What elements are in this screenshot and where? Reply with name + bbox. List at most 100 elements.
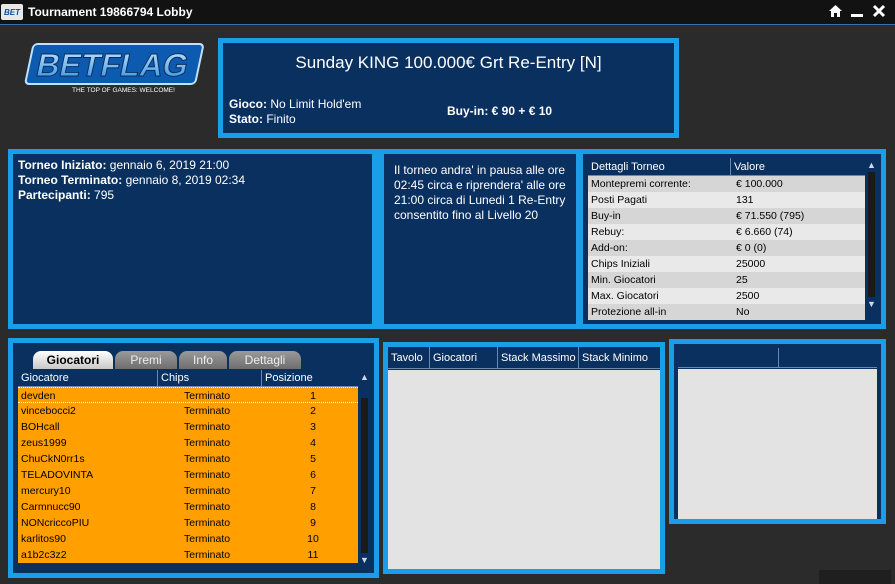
details-scrollbar[interactable]: ▲ ▼ (865, 158, 878, 321)
players-header: Giocatore Chips Posizione (18, 370, 358, 387)
col-min-stack[interactable]: Stack Minimo (579, 347, 660, 368)
col-players[interactable]: Giocatori (430, 347, 498, 368)
player-position: 5 (310, 453, 316, 465)
col-player[interactable]: Giocatore (18, 370, 158, 386)
details-row: Montepremi corrente: € 100.000 (588, 176, 865, 192)
player-row[interactable]: ChuCkN0rr1s Terminato 5 (18, 451, 358, 467)
player-position: 8 (310, 501, 316, 513)
player-name: TELADOVINTA (21, 469, 94, 481)
player-position: 11 (307, 549, 319, 561)
details-value: 25000 (736, 258, 766, 270)
player-row[interactable]: Carmnucc90 Terminato 8 (18, 499, 358, 515)
player-chips: Terminato (184, 437, 231, 449)
players-panel: Giocatori Premi Info Dettagli Giocatore … (8, 338, 379, 578)
player-position: 10 (307, 533, 319, 545)
player-position: 4 (310, 437, 316, 449)
details-value: € 71.550 (795) (736, 210, 805, 222)
player-name: a1b2c3z2 (21, 549, 67, 561)
player-name: karlitos90 (21, 533, 66, 545)
player-chips: Terminato (184, 533, 231, 545)
tournament-name: Sunday KING 100.000€ Grt Re-Entry [N] (295, 53, 602, 72)
title-bar: BET Tournament 19866794 Lobby (0, 0, 895, 24)
scroll-thumb[interactable] (361, 398, 368, 553)
player-row[interactable]: vincebocci2 Terminato 2 (18, 403, 358, 419)
minimize-icon[interactable] (849, 3, 865, 19)
details-row: Buy-in € 71.550 (795) (588, 208, 865, 224)
details-row: Rebuy: € 6.660 (74) (588, 224, 865, 240)
table-players-header (678, 348, 877, 368)
player-row[interactable]: TELADOVINTA Terminato 6 (18, 467, 358, 483)
player-position: 2 (310, 405, 316, 417)
details-value: € 100.000 (736, 178, 783, 190)
tables-panel: Tavolo Giocatori Stack Massimo Stack Min… (383, 342, 665, 574)
details-label: Posti Pagati (591, 194, 648, 206)
details-table: Dettagli Torneo Valore Montepremi corren… (588, 158, 865, 321)
details-header: Dettagli Torneo Valore (588, 158, 865, 176)
player-position: 1 (310, 390, 316, 402)
details-header-value[interactable]: Valore (731, 158, 865, 175)
tab-info[interactable]: Info (179, 351, 227, 369)
player-chips: Terminato (184, 549, 231, 561)
scroll-thumb[interactable] (868, 172, 875, 297)
player-row[interactable]: mercury10 Terminato 7 (18, 483, 358, 499)
details-value: € 0 (0) (736, 242, 767, 254)
home-icon[interactable] (827, 3, 843, 19)
player-name: ChuCkN0rr1s (21, 453, 85, 465)
players-scrollbar[interactable]: ▲ ▼ (358, 370, 371, 573)
col-position[interactable]: Posizione (262, 370, 358, 386)
window-frame-line (0, 24, 895, 25)
tab-premi[interactable]: Premi (115, 351, 177, 369)
details-label: Protezione all-in (591, 306, 667, 318)
details-label: Rebuy: (591, 226, 625, 238)
tournament-header: Sunday KING 100.000€ Grt Re-Entry [N] Gi… (218, 38, 679, 138)
player-chips: Terminato (184, 453, 231, 465)
scroll-up-icon[interactable]: ▲ (358, 370, 371, 384)
tables-list[interactable] (388, 370, 660, 569)
col-chips[interactable]: Chips (158, 370, 262, 386)
tab-dettagli[interactable]: Dettagli (229, 351, 301, 369)
player-row[interactable]: BOHcall Terminato 3 (18, 419, 358, 435)
details-value: No (736, 306, 750, 318)
details-row: Protezione all-in No (588, 304, 865, 320)
tab-giocatori[interactable]: Giocatori (33, 351, 113, 369)
player-row[interactable]: zeus1999 Terminato 4 (18, 435, 358, 451)
player-position: 9 (310, 517, 316, 529)
player-chips: Terminato (184, 390, 231, 402)
players-table: Giocatore Chips Posizione devden Terminat… (18, 370, 358, 573)
player-chips: Terminato (184, 405, 231, 417)
table-players-panel (669, 339, 886, 524)
player-position: 6 (310, 469, 316, 481)
details-value: € 6.660 (74) (736, 226, 793, 238)
tournament-times: Torneo Iniziato: gennaio 6, 2019 21:00 T… (13, 154, 372, 324)
details-value: 2500 (736, 290, 760, 302)
details-row: Chips Iniziali 25000 (588, 256, 865, 272)
player-chips: Terminato (184, 517, 231, 529)
tournament-state: Stato: Finito (229, 112, 296, 126)
player-name: zeus1999 (21, 437, 67, 449)
player-row[interactable]: a1b2c3z2 Terminato 11 (18, 547, 358, 563)
player-row[interactable]: NONcriccoPIU Terminato 9 (18, 515, 358, 531)
player-row[interactable]: devden Terminato 1 (18, 387, 358, 403)
buy-in: Buy-in: € 90 + € 10 (447, 104, 553, 118)
player-name: NONcriccoPIU (21, 517, 90, 529)
player-name: Carmnucc90 (21, 501, 81, 513)
col-table[interactable]: Tavolo (388, 347, 430, 368)
details-row: Max. Giocatori 2500 (588, 288, 865, 304)
details-header-label[interactable]: Dettagli Torneo (588, 158, 731, 175)
player-name: BOHcall (21, 421, 60, 433)
table-players-list[interactable] (678, 369, 877, 519)
scroll-up-icon[interactable]: ▲ (865, 158, 878, 172)
close-icon[interactable] (871, 3, 887, 19)
resize-grip[interactable] (819, 570, 891, 584)
player-chips: Terminato (184, 469, 231, 481)
details-label: Montepremi corrente: (591, 178, 691, 190)
player-row[interactable]: karlitos90 Terminato 10 (18, 531, 358, 547)
details-row: Min. Giocatori 25 (588, 272, 865, 288)
details-label: Add-on: (591, 242, 628, 254)
player-name: mercury10 (21, 485, 71, 497)
scroll-down-icon[interactable]: ▼ (358, 553, 371, 567)
col-max-stack[interactable]: Stack Massimo (498, 347, 579, 368)
scroll-down-icon[interactable]: ▼ (865, 297, 878, 311)
player-chips: Terminato (184, 485, 231, 497)
player-name: vincebocci2 (21, 405, 76, 417)
